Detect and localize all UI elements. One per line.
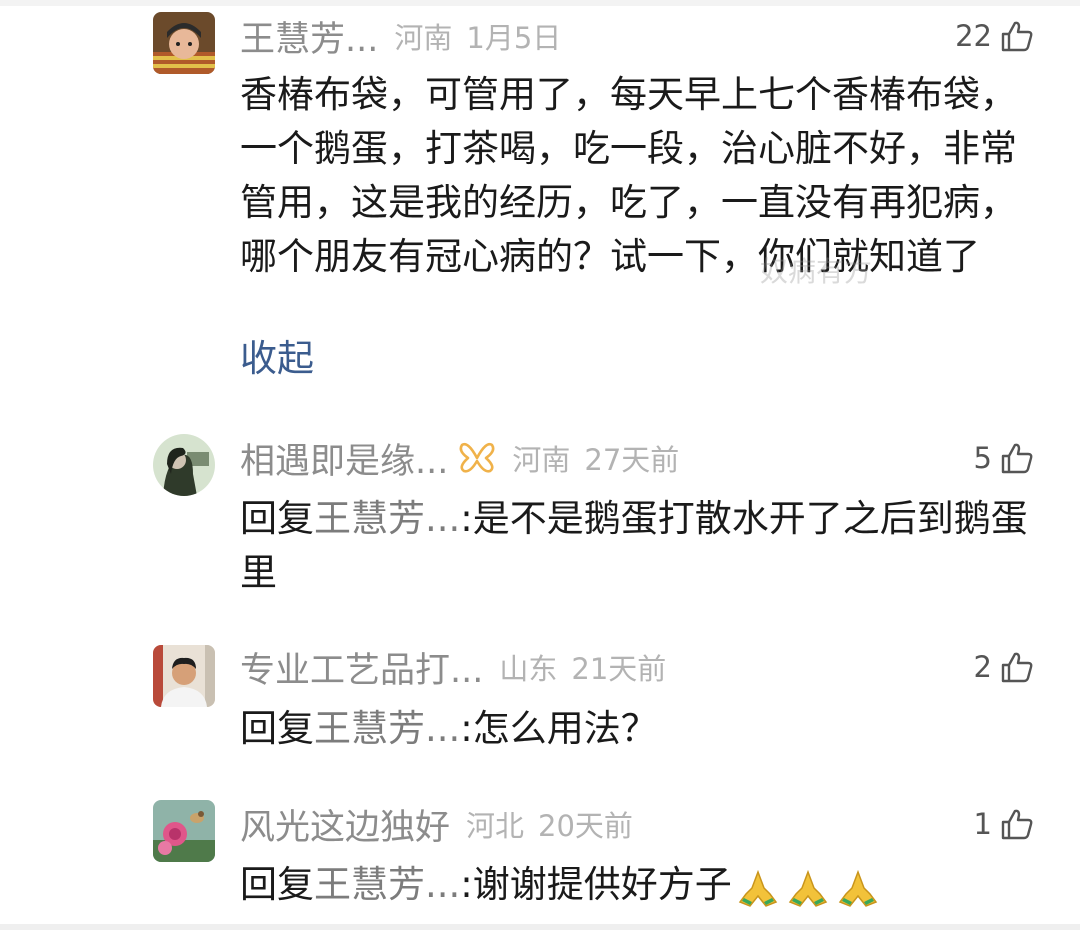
bottom-divider — [0, 924, 1080, 930]
comment-text: 回复王慧芳...:怎么用法？ — [240, 702, 1040, 756]
reply-prefix: 回复 — [240, 863, 314, 906]
comment-text: 香椿布袋，可管用了，每天早上七个香椿布袋，一个鹅蛋，打茶喝，吃一段，治心脏不好，… — [240, 73, 1017, 278]
user-name[interactable]: 风光这边独好 — [240, 799, 450, 850]
avatar[interactable] — [153, 12, 215, 74]
comment-time: 20天前 — [538, 809, 633, 843]
like-count: 2 — [973, 650, 992, 684]
folded-hands-icon — [736, 868, 780, 908]
emoji-row — [736, 860, 886, 914]
like-button[interactable]: 1 — [974, 802, 1034, 846]
like-count: 22 — [955, 19, 992, 53]
comment-time: 21天前 — [571, 652, 667, 686]
comment-meta: 王慧芳... 河南 1月5日 — [240, 14, 562, 60]
comment-text: 回复王慧芳...:谢谢提供好方子 — [240, 858, 1040, 914]
reply-target-name[interactable]: 王慧芳... — [314, 707, 460, 750]
like-button[interactable]: 22 — [955, 14, 1034, 58]
butterfly-badge-icon — [458, 441, 496, 475]
avatar-image-man — [153, 645, 215, 707]
reply-text: :谢谢提供好方子 — [460, 863, 732, 906]
reply-prefix: 回复 — [240, 707, 314, 750]
avatar[interactable] — [153, 645, 215, 707]
collapse-link[interactable]: 收起 — [240, 332, 314, 386]
user-location: 河南 — [394, 21, 453, 55]
reply-text: :怎么用法？ — [460, 707, 658, 750]
avatar-image-child — [153, 12, 215, 74]
user-location: 河南 — [512, 443, 571, 477]
reply-target-name[interactable]: 王慧芳... — [314, 863, 460, 906]
top-divider — [0, 0, 1080, 6]
user-location: 山东 — [499, 652, 558, 686]
like-button[interactable]: 2 — [974, 645, 1034, 689]
avatar[interactable] — [153, 434, 215, 496]
comment-meta: 相遇即是缘... 河南 27天前 — [240, 436, 680, 482]
folded-hands-icon — [786, 868, 830, 908]
like-button[interactable]: 5 — [974, 436, 1034, 480]
comment-meta: 风光这边独好 河北 20天前 — [240, 802, 633, 848]
comment-meta: 专业工艺品打... 山东 21天前 — [240, 645, 667, 691]
user-name[interactable]: 王慧芳... — [240, 11, 378, 62]
thumbs-up-icon[interactable] — [1000, 807, 1034, 841]
thumbs-up-icon[interactable] — [1000, 441, 1034, 475]
like-count: 1 — [973, 807, 992, 841]
reply-prefix: 回复 — [240, 497, 314, 540]
comment-time: 27天前 — [584, 443, 680, 477]
folded-hands-icon — [836, 868, 880, 908]
thumbs-up-icon[interactable] — [1000, 650, 1034, 684]
comment-time: 1月5日 — [466, 21, 562, 55]
avatar-image-girl — [153, 434, 215, 496]
thumbs-up-icon[interactable] — [1000, 19, 1034, 53]
avatar-image-flower — [153, 800, 215, 862]
user-location: 河北 — [466, 809, 525, 843]
user-name[interactable]: 专业工艺品打... — [240, 642, 483, 693]
like-count: 5 — [973, 441, 992, 475]
comment-text: 回复王慧芳...:是不是鹅蛋打散水开了之后到鹅蛋里 — [240, 492, 1040, 600]
reply-target-name[interactable]: 王慧芳... — [314, 497, 460, 540]
avatar[interactable] — [153, 800, 215, 862]
user-name[interactable]: 相遇即是缘... — [240, 433, 448, 484]
watermark-text: 奴病有方 — [760, 255, 873, 288]
